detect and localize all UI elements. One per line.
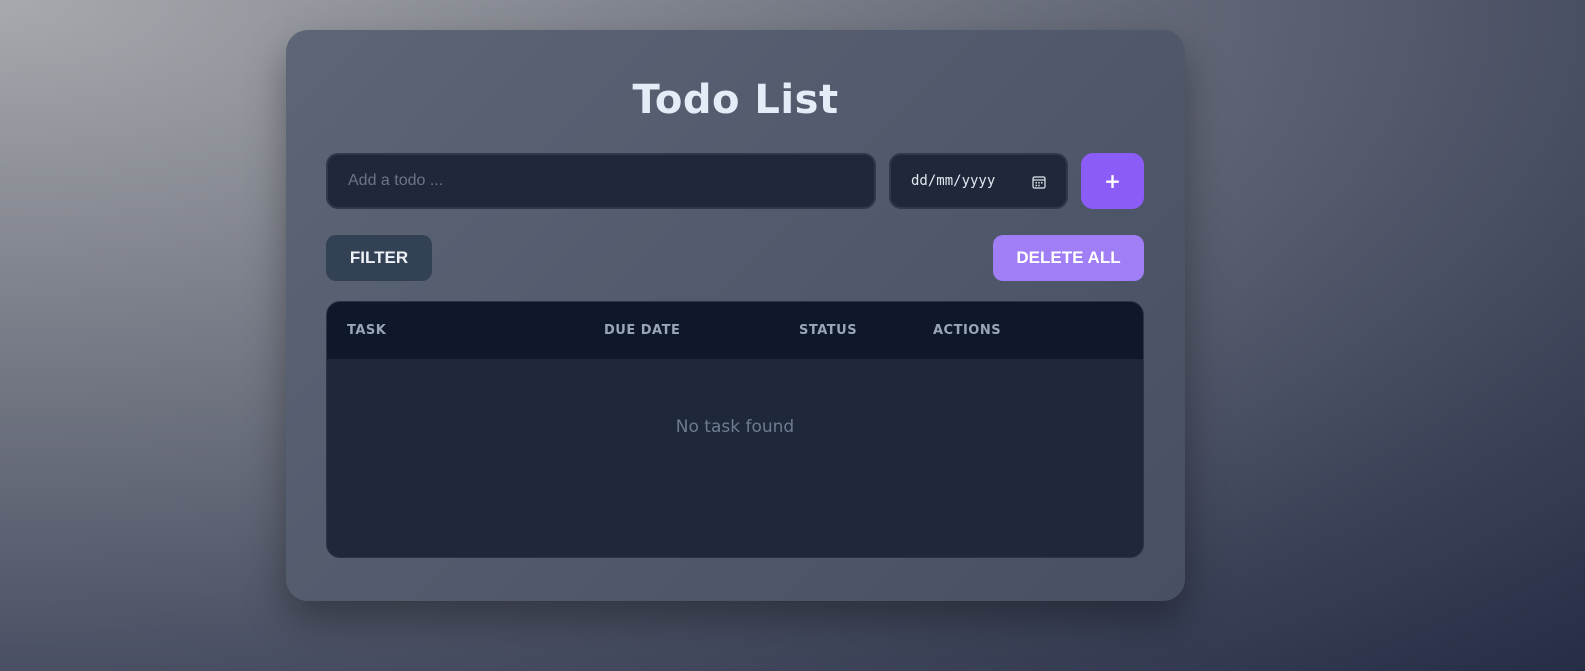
column-header-actions: ACTIONS [933,323,1002,338]
column-header-task: TASK [347,323,387,338]
todo-card: Todo List dd/mm/yyyy + FILTER DELETE ALL… [286,30,1185,601]
filter-button[interactable]: FILTER [326,235,432,281]
todo-table: TASK DUE DATE STATUS ACTIONS No task fou… [326,301,1144,558]
delete-all-button[interactable]: DELETE ALL [993,235,1144,281]
add-todo-button[interactable]: + [1081,153,1144,209]
todo-input[interactable] [326,153,876,209]
date-placeholder: dd/mm/yyyy [911,173,996,189]
table-header: TASK DUE DATE STATUS ACTIONS [327,302,1143,359]
calendar-icon[interactable] [1032,174,1046,189]
page-title: Todo List [632,77,839,123]
empty-state-message: No task found [675,417,795,437]
column-header-due-date: DUE DATE [604,323,681,338]
due-date-field[interactable]: dd/mm/yyyy [889,153,1068,209]
column-header-status: STATUS [799,323,858,338]
